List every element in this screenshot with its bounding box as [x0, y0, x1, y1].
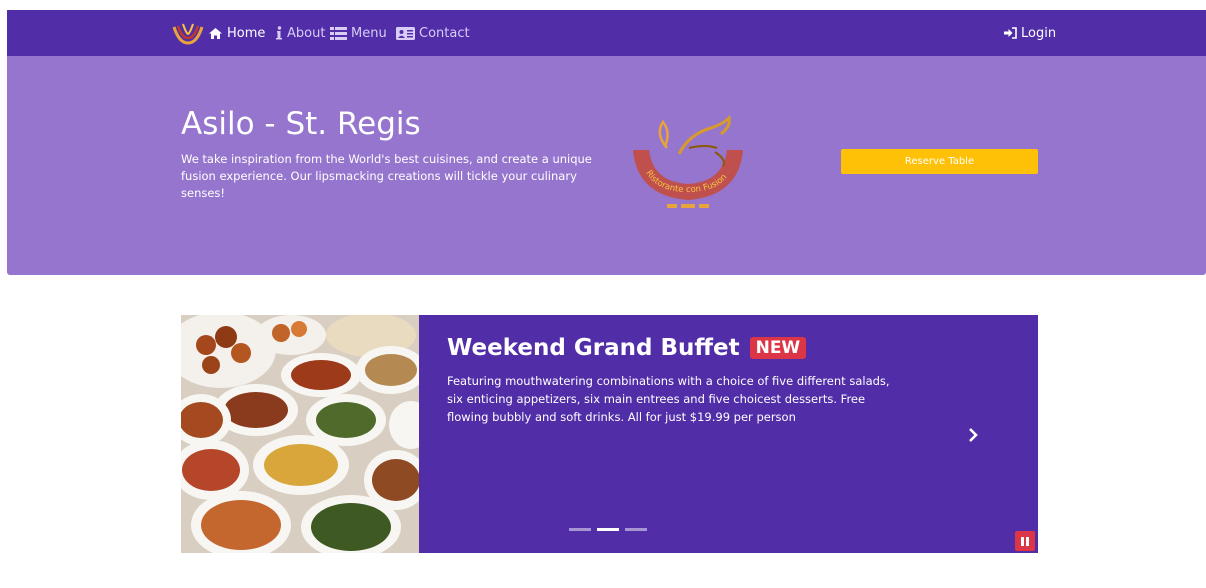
page-title: Asilo - St. Regis [181, 106, 421, 142]
slide-description: Featuring mouthwatering combinations wit… [447, 374, 890, 424]
nav-about-label: About [287, 25, 326, 41]
address-card-icon [396, 26, 415, 40]
nav-contact-link[interactable]: Contact [396, 23, 470, 43]
slide-title: Weekend Grand Buffet NEW [447, 335, 807, 361]
nav-home-link[interactable]: Home [208, 23, 265, 43]
sign-in-icon [1004, 27, 1017, 39]
navbar: Home About Menu Contact Login [7, 10, 1206, 56]
hero-description: We take inspiration from the World's bes… [181, 152, 592, 200]
login-link[interactable]: Login [1004, 23, 1056, 43]
carousel-indicators [569, 528, 647, 531]
list-icon [330, 26, 347, 40]
nav-menu-label: Menu [351, 25, 387, 41]
login-label: Login [1021, 25, 1057, 41]
jumbotron: Asilo - St. Regis We take inspiration fr… [7, 56, 1206, 275]
carousel-pause-button[interactable] [1015, 531, 1035, 551]
nav-menu-link[interactable]: Menu [330, 23, 387, 43]
carousel: Weekend Grand Buffet NEW Featuring mouth… [181, 315, 1038, 553]
restaurant-logo-icon[interactable] [171, 21, 205, 47]
nav-contact-label: Contact [419, 25, 470, 41]
carousel-indicator-active[interactable] [597, 528, 619, 531]
pause-icon [1021, 536, 1029, 546]
carousel-indicator[interactable] [625, 528, 647, 531]
buffet-image [181, 315, 419, 553]
nav-home-label: Home [227, 25, 266, 41]
carousel-indicator[interactable] [569, 528, 591, 531]
new-badge: NEW [749, 337, 807, 359]
info-icon [276, 26, 282, 40]
nav-about-link[interactable]: About [275, 23, 325, 43]
home-icon [209, 27, 222, 39]
chevron-right-icon [969, 428, 978, 442]
carousel-next-button[interactable] [961, 423, 985, 447]
restaurant-logo: Ristorante con Fusion [633, 115, 743, 208]
slide-title-text: Weekend Grand Buffet [447, 335, 740, 361]
reserve-table-button[interactable]: Reserve Table [841, 149, 1038, 174]
